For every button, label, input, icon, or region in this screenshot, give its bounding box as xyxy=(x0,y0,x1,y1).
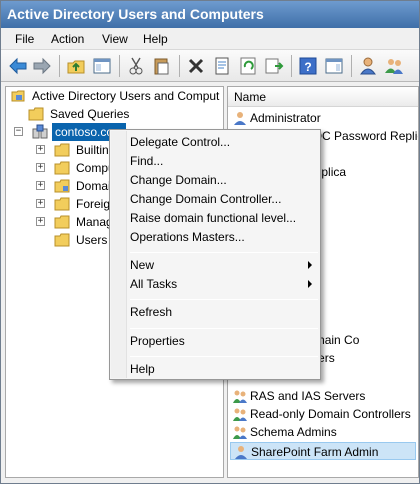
menu-bar: File Action View Help xyxy=(1,28,419,50)
menu-item-all-tasks[interactable]: All Tasks xyxy=(130,274,177,294)
group-icon xyxy=(233,408,247,421)
expand-icon[interactable]: + xyxy=(36,163,45,172)
menu-item-operations-masters[interactable]: Operations Masters... xyxy=(130,227,245,247)
tree-item-label: Domai xyxy=(76,179,111,193)
menu-separator xyxy=(130,328,318,329)
list-item-label: Schema Admins xyxy=(250,425,337,439)
paste-icon[interactable] xyxy=(151,55,173,77)
tree-item-label: Users xyxy=(76,233,108,247)
back-arrow-icon[interactable] xyxy=(7,55,29,77)
expand-icon[interactable]: + xyxy=(36,199,45,208)
tree-item-label: Saved Queries xyxy=(50,107,130,121)
forward-arrow-icon[interactable] xyxy=(31,55,53,77)
svg-text:?: ? xyxy=(304,60,311,74)
user-icon xyxy=(234,112,246,125)
menu-item-properties[interactable]: Properties xyxy=(130,331,185,351)
menu-item-delegate-control[interactable]: Delegate Control... xyxy=(130,132,230,152)
refresh-icon[interactable] xyxy=(237,55,259,77)
tree-item-label: Manag xyxy=(76,215,113,229)
adu-window: Active Directory Users and Computers Fil… xyxy=(0,0,420,484)
tree-item-label: Foreig xyxy=(76,197,111,211)
collapse-icon[interactable]: − xyxy=(14,127,23,136)
folder-icon xyxy=(54,233,70,247)
list-item-label: SharePoint Farm Admin xyxy=(251,445,379,459)
group-icon xyxy=(233,390,247,403)
folder-icon xyxy=(28,107,44,121)
menu-item-raise-functional-level[interactable]: Raise domain functional level... xyxy=(130,208,296,228)
menu-help[interactable]: Help xyxy=(143,32,168,46)
menu-item-new[interactable]: New xyxy=(130,255,154,275)
directory-root-icon xyxy=(11,90,25,102)
menu-separator xyxy=(130,252,318,253)
properties-page-icon[interactable] xyxy=(211,55,233,77)
menu-separator xyxy=(130,299,318,300)
list-item-label: RAS and IAS Servers xyxy=(250,389,366,403)
menu-separator xyxy=(130,356,318,357)
export-list-icon[interactable] xyxy=(263,55,285,77)
menu-item-change-domain[interactable]: Change Domain... xyxy=(130,170,227,190)
menu-item-help[interactable]: Help xyxy=(130,359,155,379)
ou-folder-icon xyxy=(54,179,70,193)
folder-icon xyxy=(54,215,70,229)
domain-icon xyxy=(32,124,48,139)
menu-item-find[interactable]: Find... xyxy=(130,151,163,171)
menu-file[interactable]: File xyxy=(15,32,34,46)
folder-icon xyxy=(54,143,70,157)
window-title: Active Directory Users and Computers xyxy=(7,6,264,22)
user-icon[interactable] xyxy=(357,55,379,77)
folder-icon xyxy=(54,197,70,211)
group-icon[interactable] xyxy=(383,55,405,77)
tree-item-label: Builtin xyxy=(76,143,109,157)
title-bar[interactable]: Active Directory Users and Computers xyxy=(1,1,419,28)
tree-root-label: Active Directory Users and Comput xyxy=(32,89,220,103)
menu-action[interactable]: Action xyxy=(51,32,84,46)
expand-icon[interactable]: + xyxy=(36,217,45,226)
show-hide-tree-icon[interactable] xyxy=(91,55,113,77)
list-item-selected[interactable]: SharePoint Farm Admin xyxy=(230,442,416,460)
user-icon xyxy=(235,446,247,459)
help-icon[interactable]: ? xyxy=(297,55,319,77)
menu-item-change-domain-controller[interactable]: Change Domain Controller... xyxy=(130,189,281,209)
cut-icon[interactable] xyxy=(125,55,147,77)
delete-icon[interactable] xyxy=(185,55,207,77)
expand-icon[interactable]: + xyxy=(36,145,45,154)
action-pane-icon[interactable] xyxy=(323,55,345,77)
submenu-arrow-icon xyxy=(308,261,312,269)
list-item-label: Administrator xyxy=(250,111,321,125)
submenu-arrow-icon xyxy=(308,280,312,288)
context-menu: Delegate Control... Find... Change Domai… xyxy=(109,129,321,380)
list-item-label: Read-only Domain Controllers xyxy=(250,407,411,421)
up-folder-icon[interactable] xyxy=(65,55,87,77)
menu-item-refresh[interactable]: Refresh xyxy=(130,302,172,322)
column-header-name[interactable]: Name xyxy=(228,87,418,107)
expand-icon[interactable]: + xyxy=(36,181,45,190)
group-icon xyxy=(233,426,247,439)
menu-view[interactable]: View xyxy=(102,32,128,46)
toolbar: ? xyxy=(1,50,419,82)
folder-icon xyxy=(54,161,70,175)
